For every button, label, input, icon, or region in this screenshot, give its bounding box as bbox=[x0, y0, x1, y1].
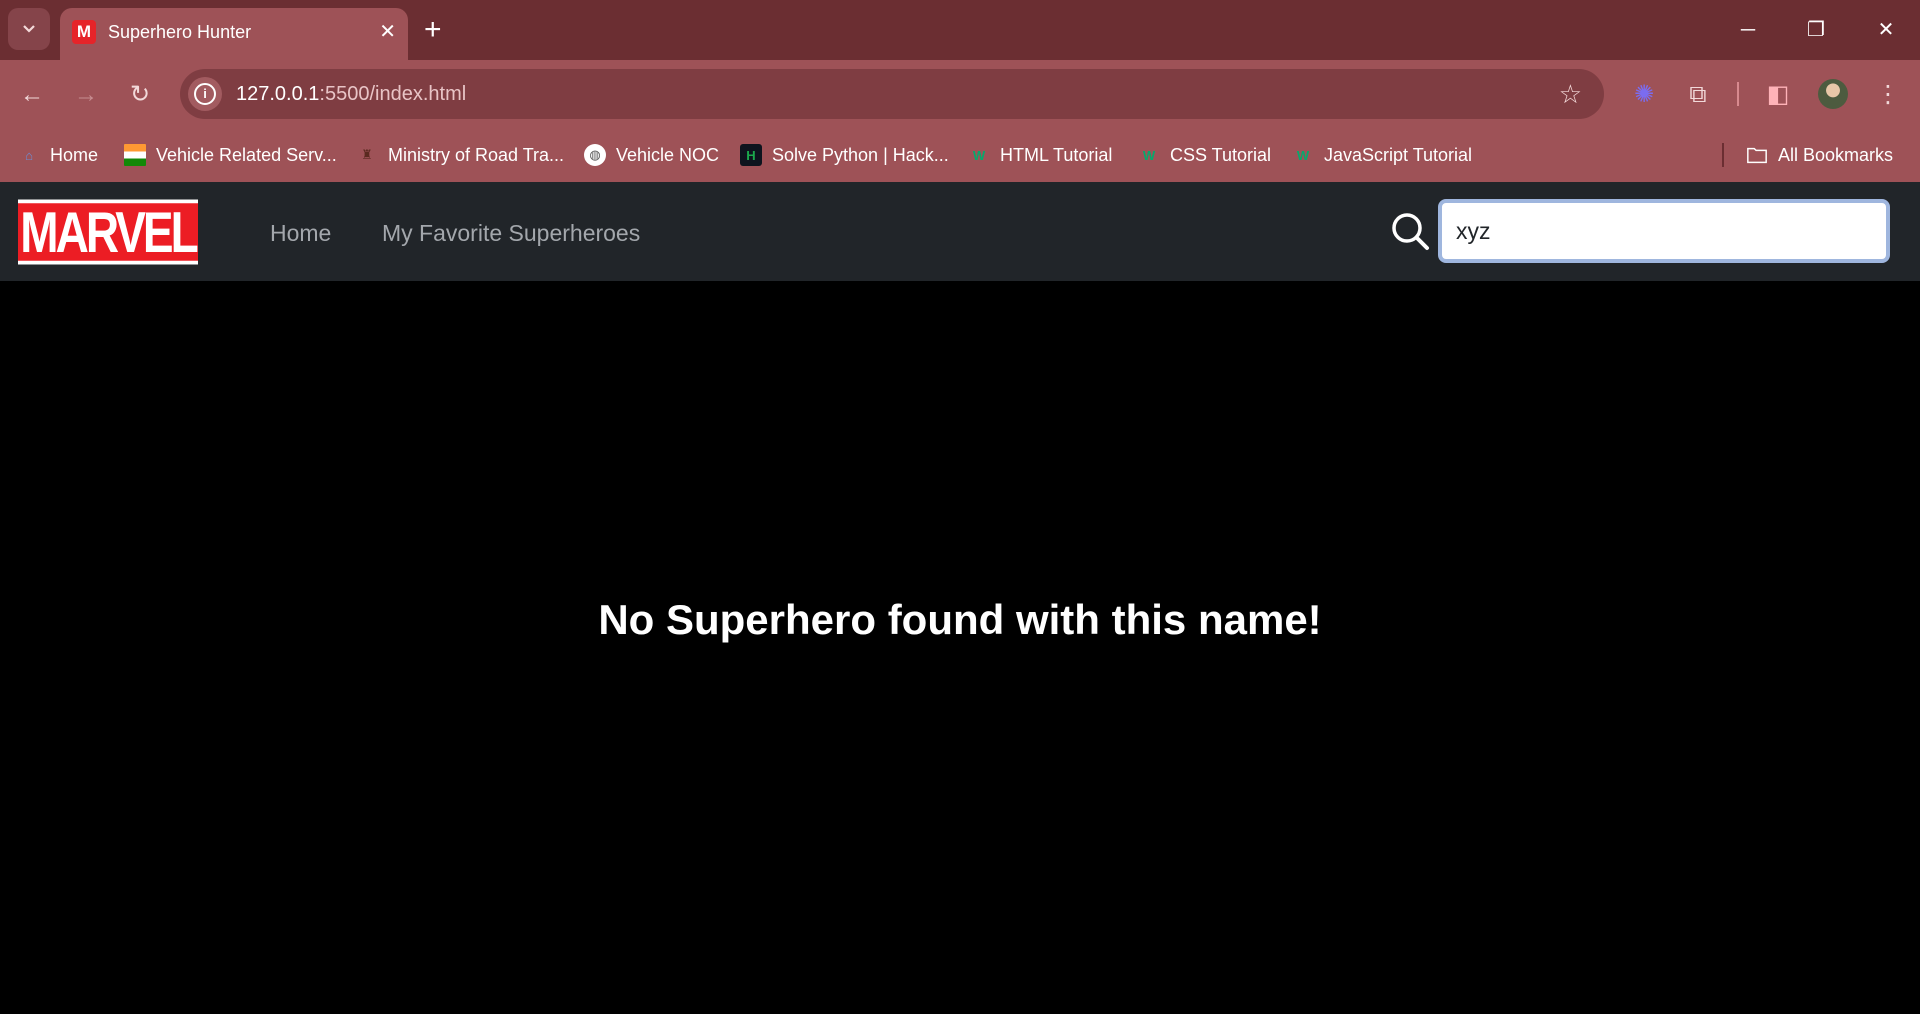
toolbar-divider bbox=[1737, 82, 1739, 106]
bookmark-css-tutorial[interactable]: W CSS Tutorial bbox=[1138, 140, 1271, 170]
w3schools-icon: W bbox=[1296, 147, 1310, 163]
minimize-icon[interactable]: ─ bbox=[1728, 10, 1768, 50]
restore-icon[interactable]: ❐ bbox=[1796, 10, 1836, 50]
all-bookmarks-folder[interactable]: All Bookmarks bbox=[1746, 140, 1893, 170]
folder-icon bbox=[1746, 144, 1768, 166]
emblem-icon: ♜ bbox=[361, 147, 373, 162]
globe-icon: ◍ bbox=[584, 144, 606, 166]
address-bar[interactable]: i 127.0.0.1:5500/index.html ☆ bbox=[180, 69, 1604, 119]
tab-title: Superhero Hunter bbox=[108, 22, 252, 42]
bookmark-javascript-tutorial[interactable]: W JavaScript Tutorial bbox=[1292, 140, 1472, 170]
side-panel-icon[interactable]: ◧ bbox=[1760, 77, 1796, 113]
tab-close-icon[interactable]: ✕ bbox=[379, 20, 396, 44]
search-icon bbox=[1390, 211, 1432, 253]
puzzle-extensions-icon[interactable]: ⧉ bbox=[1680, 77, 1716, 113]
marvel-favicon-icon: M bbox=[72, 20, 96, 44]
no-results-message: No Superhero found with this name! bbox=[598, 596, 1322, 643]
hackerrank-icon: H bbox=[740, 144, 762, 166]
nav-home-link[interactable]: Home bbox=[270, 218, 331, 248]
bookmarks-divider bbox=[1722, 143, 1724, 167]
marvel-logo[interactable]: MARVEL bbox=[18, 199, 199, 265]
w3schools-icon: W bbox=[1142, 147, 1156, 163]
kebab-menu-icon[interactable]: ⋮ bbox=[1870, 77, 1906, 113]
tab-search-button[interactable] bbox=[8, 8, 50, 50]
search-input[interactable] bbox=[1438, 199, 1890, 263]
new-tab-plus-icon[interactable]: + bbox=[424, 12, 442, 48]
bookmark-home[interactable]: ⌂ Home bbox=[18, 140, 98, 170]
browser-toolbar: ← → ↻ i 127.0.0.1:5500/index.html ☆ ✺ ⧉ … bbox=[0, 60, 1920, 128]
extension-gear-icon[interactable]: ✺ bbox=[1626, 77, 1662, 113]
bookmark-hackerrank[interactable]: H Solve Python | Hack... bbox=[740, 140, 949, 170]
chevron-down-icon bbox=[23, 25, 35, 33]
forward-arrow-icon[interactable]: → bbox=[68, 77, 104, 113]
bookmark-html-tutorial[interactable]: W HTML Tutorial bbox=[968, 140, 1113, 170]
bookmark-ministry-road[interactable]: ♜ Ministry of Road Tra... bbox=[356, 140, 564, 170]
bookmark-vehicle-services[interactable]: Vehicle Related Serv... bbox=[124, 140, 337, 170]
house-icon: ⌂ bbox=[25, 147, 33, 163]
tab-strip: M Superhero Hunter ✕ + ─ ❐ ✕ bbox=[0, 0, 1920, 60]
reload-icon[interactable]: ↻ bbox=[122, 77, 158, 113]
site-info-icon[interactable]: i bbox=[188, 77, 222, 111]
site-navbar: MARVEL Home My Favorite Superheroes bbox=[0, 182, 1920, 281]
profile-avatar[interactable] bbox=[1818, 79, 1848, 109]
bookmarks-bar: ⌂ Home Vehicle Related Serv... ♜ Ministr… bbox=[0, 128, 1920, 183]
bookmark-star-icon[interactable]: ☆ bbox=[1559, 79, 1582, 109]
url-text: 127.0.0.1:5500/index.html bbox=[236, 83, 467, 105]
active-tab[interactable]: M Superhero Hunter ✕ bbox=[60, 8, 408, 60]
back-arrow-icon[interactable]: ← bbox=[14, 77, 50, 113]
w3schools-icon: W bbox=[972, 147, 986, 163]
window-close-icon[interactable]: ✕ bbox=[1866, 10, 1906, 50]
nav-favorites-link[interactable]: My Favorite Superheroes bbox=[382, 218, 640, 248]
bookmark-vehicle-noc[interactable]: ◍ Vehicle NOC bbox=[584, 140, 719, 170]
india-flag-icon bbox=[124, 144, 146, 166]
